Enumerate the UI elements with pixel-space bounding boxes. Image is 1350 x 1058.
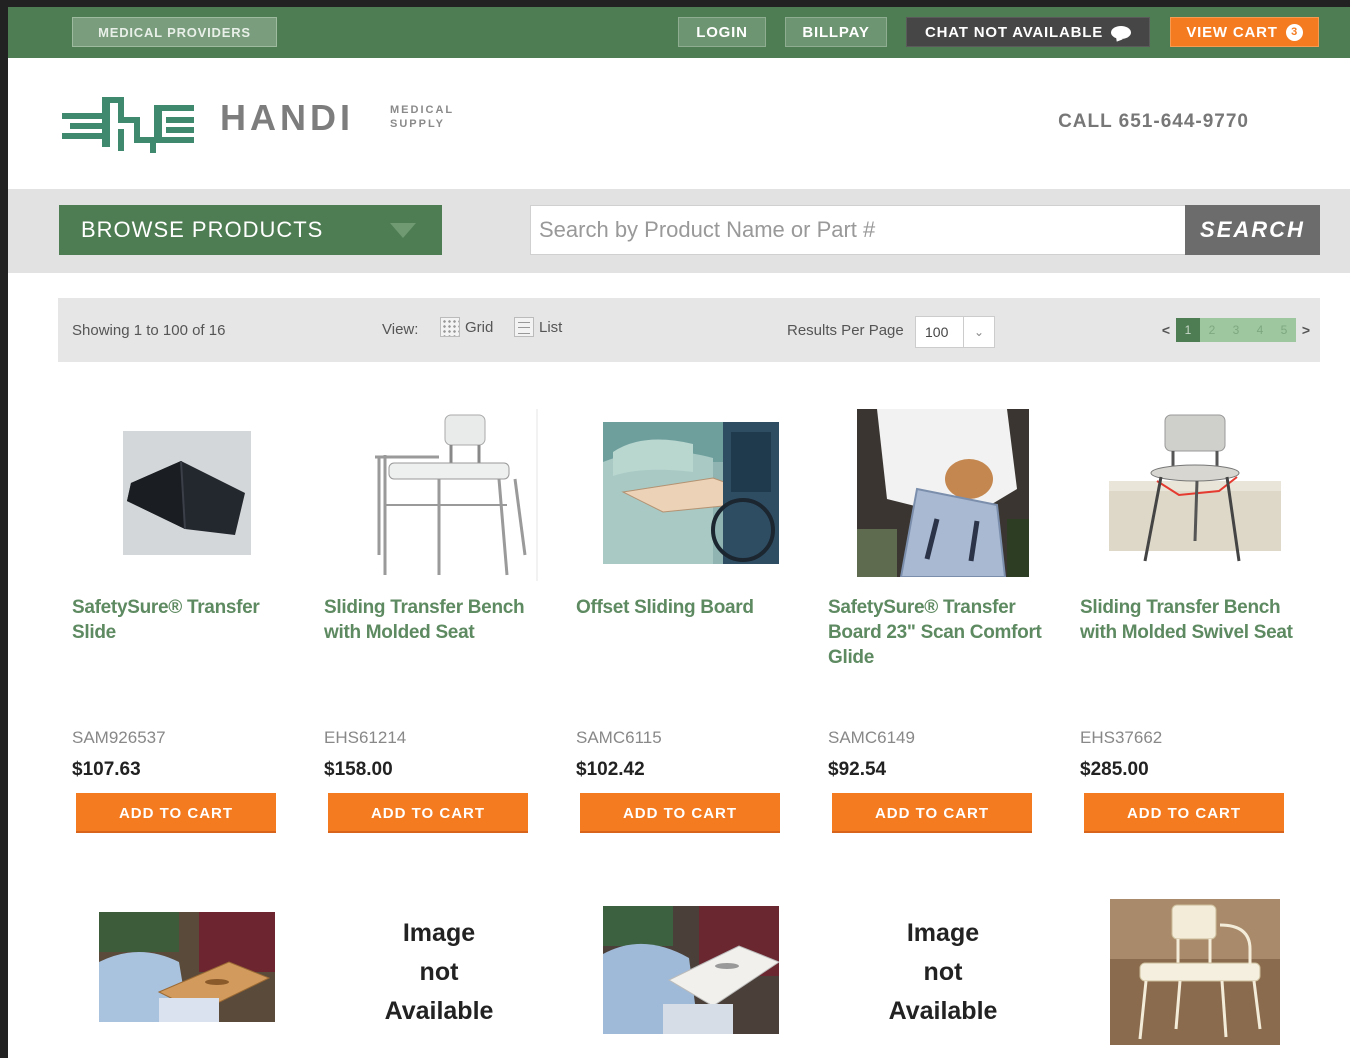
product-image[interactable]	[72, 403, 302, 583]
product-card: Image not Available	[324, 907, 554, 1037]
add-to-cart-button[interactable]: ADD TO CART	[1084, 793, 1284, 833]
grid-label: Grid	[465, 318, 494, 336]
search-input[interactable]	[530, 205, 1186, 255]
add-to-cart-button[interactable]: ADD TO CART	[580, 793, 780, 833]
product-image[interactable]	[576, 403, 806, 583]
top-bar: MEDICAL PROVIDERS LOGIN BILLPAY CHAT NOT…	[8, 7, 1350, 58]
results-per-page-select[interactable]: 100 ⌄	[915, 316, 995, 348]
product-price: $107.63	[72, 759, 141, 780]
page-2[interactable]: 2	[1200, 318, 1224, 342]
brand-name: HANDI	[220, 97, 354, 138]
image-not-available[interactable]: Image not Available	[828, 907, 1058, 1037]
chat-bubble-icon	[1111, 25, 1131, 39]
pagination: < 1 2 3 4 5 >	[1156, 318, 1316, 342]
product-price: $102.42	[576, 759, 645, 780]
product-name[interactable]: Sliding Transfer Bench with Molded Seat	[324, 595, 544, 645]
page: MEDICAL PROVIDERS LOGIN BILLPAY CHAT NOT…	[8, 7, 1350, 1058]
product-image[interactable]	[1080, 403, 1310, 583]
product-name[interactable]: Sliding Transfer Bench with Molded Swive…	[1080, 595, 1300, 645]
chat-button[interactable]: CHAT NOT AVAILABLE	[906, 17, 1150, 47]
browse-search-band: BROWSE PRODUCTS SEARCH	[8, 189, 1350, 273]
wooden-board-wheelchair-image	[99, 912, 275, 1022]
page-5[interactable]: 5	[1272, 318, 1296, 342]
list-icon	[514, 317, 534, 337]
results-count: Showing 1 to 100 of 16	[72, 322, 226, 339]
search-button[interactable]: SEARCH	[1185, 205, 1320, 255]
black-slide-cushion-image	[123, 431, 251, 555]
not-available-line1: Image	[402, 918, 476, 947]
browse-products-label: BROWSE PRODUCTS	[81, 217, 324, 242]
padded-bench-image	[1110, 899, 1280, 1045]
not-available-line2: not	[419, 957, 459, 986]
page-4[interactable]: 4	[1248, 318, 1272, 342]
product-image[interactable]	[1080, 893, 1310, 1051]
cart-count-badge: 3	[1285, 23, 1303, 41]
product-card: Image not Available	[828, 907, 1058, 1037]
medical-providers-button[interactable]: MEDICAL PROVIDERS	[72, 17, 277, 47]
transfer-board-in-use-image	[857, 409, 1029, 577]
results-per-page-label: Results Per Page	[787, 322, 904, 339]
product-sku: SAMC6149	[828, 728, 915, 747]
not-available-line3: Available	[888, 996, 998, 1025]
product-name[interactable]: Offset Sliding Board	[576, 595, 796, 620]
product-image[interactable]	[828, 403, 1058, 583]
image-not-available-text: Image not Available	[385, 914, 494, 1031]
swivel-bench-tub-image	[1109, 411, 1281, 575]
pagination-next[interactable]: >	[1296, 322, 1316, 338]
product-sku: SAM926537	[72, 728, 166, 747]
grid-icon	[440, 317, 460, 337]
transfer-bench-image	[339, 405, 539, 581]
image-not-available[interactable]: Image not Available	[324, 907, 554, 1037]
view-label: View:	[382, 321, 419, 338]
product-card	[576, 900, 806, 1040]
product-sku: EHS61214	[324, 728, 407, 747]
product-image[interactable]	[576, 900, 806, 1040]
brand-subtitle-line2: SUPPLY	[390, 118, 446, 130]
product-price: $158.00	[324, 759, 393, 780]
handi-logo-icon[interactable]	[62, 93, 212, 157]
view-cart-button[interactable]: VIEW CART 3	[1170, 17, 1319, 47]
white-board-wheelchair-image	[603, 906, 779, 1034]
phone-number: CALL 651-644-9770	[1058, 111, 1249, 132]
sliding-board-bed-wheelchair-image	[603, 422, 779, 564]
brand-subtitle-line1: MEDICAL	[390, 104, 455, 116]
page-1[interactable]: 1	[1176, 318, 1200, 342]
product-price: $92.54	[828, 759, 887, 780]
chevron-down-icon	[390, 223, 416, 238]
grid-view-toggle[interactable]: Grid	[440, 317, 493, 337]
results-toolbar: Showing 1 to 100 of 16 View: Grid List R…	[58, 298, 1320, 362]
brand-subtitle: MEDICAL SUPPLY	[390, 103, 480, 131]
browse-products-dropdown[interactable]: BROWSE PRODUCTS	[59, 205, 442, 255]
product-card	[72, 897, 302, 1037]
pagination-prev[interactable]: <	[1156, 322, 1176, 338]
product-image[interactable]	[324, 403, 554, 583]
not-available-line2: not	[923, 957, 963, 986]
product-price: $285.00	[1080, 759, 1149, 780]
chat-label: CHAT NOT AVAILABLE	[925, 23, 1103, 41]
add-to-cart-button[interactable]: ADD TO CART	[832, 793, 1032, 833]
not-available-line3: Available	[384, 996, 494, 1025]
product-image[interactable]	[72, 897, 302, 1037]
billpay-button[interactable]: BILLPAY	[785, 17, 887, 47]
login-button[interactable]: LOGIN	[678, 17, 766, 47]
view-cart-label: VIEW CART	[1186, 23, 1278, 41]
product-name[interactable]: SafetySure® Transfer Slide	[72, 595, 292, 645]
add-to-cart-button[interactable]: ADD TO CART	[76, 793, 276, 833]
chevron-down-icon: ⌄	[963, 317, 994, 347]
product-sku: EHS37662	[1080, 728, 1163, 747]
page-3[interactable]: 3	[1224, 318, 1248, 342]
list-view-toggle[interactable]: List	[514, 317, 562, 337]
not-available-line1: Image	[906, 918, 980, 947]
product-card	[1080, 893, 1310, 1051]
list-label: List	[539, 318, 563, 336]
product-sku: SAMC6115	[576, 728, 662, 747]
image-not-available-text: Image not Available	[889, 914, 998, 1031]
results-per-page-value: 100	[925, 324, 949, 340]
product-name[interactable]: SafetySure® Transfer Board 23" Scan Comf…	[828, 595, 1048, 670]
add-to-cart-button[interactable]: ADD TO CART	[328, 793, 528, 833]
